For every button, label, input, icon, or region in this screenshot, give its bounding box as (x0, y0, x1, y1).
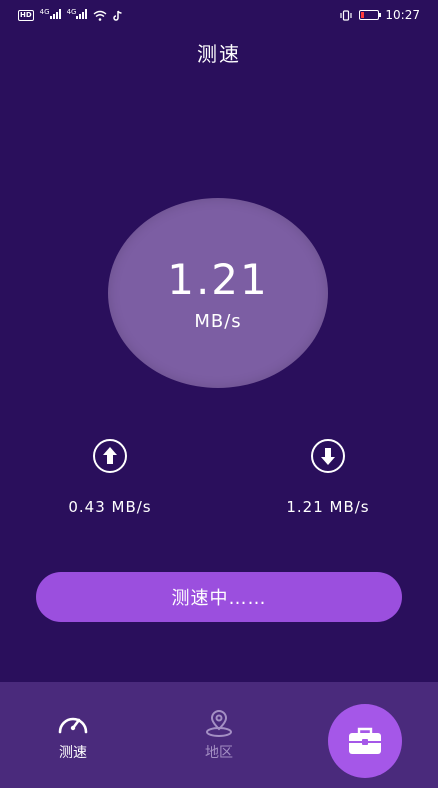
upload-arrow-icon (93, 439, 127, 473)
tiktok-icon (113, 10, 122, 21)
status-right: 10:27 (339, 8, 420, 22)
speed-gauge: 1.21 MB/s (108, 198, 328, 388)
battery-icon (359, 10, 382, 20)
upload-speed-value: 0.43 MB/s (68, 498, 152, 516)
wifi-icon (94, 10, 107, 21)
speed-test-button[interactable]: 测速中…… (36, 572, 402, 622)
download-speed: 1.21 MB/s (248, 438, 408, 516)
toolbox-button[interactable] (328, 704, 402, 778)
signal-icon: 4G (40, 8, 61, 22)
page-title: 测速 (197, 42, 241, 66)
nav-label-speed-test: 测速 (59, 745, 87, 761)
network-type-2: 4G (66, 8, 77, 16)
status-left: HD 4G 4G (18, 8, 123, 22)
signal-icon-2: 4G (67, 8, 88, 22)
current-speed-value: 1.21 (167, 255, 269, 304)
network-type-1: 4G (39, 8, 50, 16)
nav-label-region: 地区 (205, 745, 233, 761)
current-speed-unit: MB/s (194, 311, 242, 332)
nav-item-region[interactable]: 地区 (179, 708, 259, 762)
status-time: 10:27 (385, 8, 420, 22)
location-pin-icon (206, 710, 232, 737)
nav-item-speed-test[interactable]: 测速 (33, 708, 113, 762)
download-speed-value: 1.21 MB/s (286, 498, 370, 516)
vibrate-icon (340, 9, 353, 21)
toolbox-icon (349, 727, 381, 754)
hd-badge: HD (18, 9, 34, 21)
speedometer-icon (58, 717, 88, 734)
status-bar: HD 4G 4G 10:27 (0, 0, 438, 30)
upload-speed: 0.43 MB/s (30, 438, 190, 516)
download-arrow-icon (311, 439, 345, 473)
